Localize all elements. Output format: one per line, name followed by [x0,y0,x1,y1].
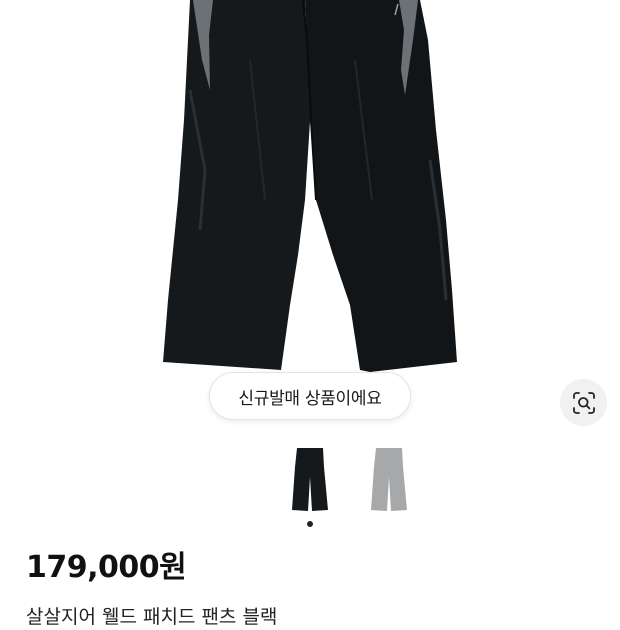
new-release-label: 신규발매 상품이에요 [238,388,382,409]
thumbnail-black[interactable] [290,447,330,513]
thumbnail-grey[interactable] [369,447,409,513]
image-search-icon [572,391,595,414]
gallery-active-indicator [307,521,313,527]
new-release-badge: 신규발매 상품이에요 [209,372,411,420]
product-main-image[interactable] [0,0,620,375]
product-price: 179,000원 [26,550,187,585]
image-search-button[interactable] [560,379,607,426]
pants-illustration [163,0,457,372]
product-title: 살살지어 웰드 패치드 팬츠 블랙 [26,606,278,628]
